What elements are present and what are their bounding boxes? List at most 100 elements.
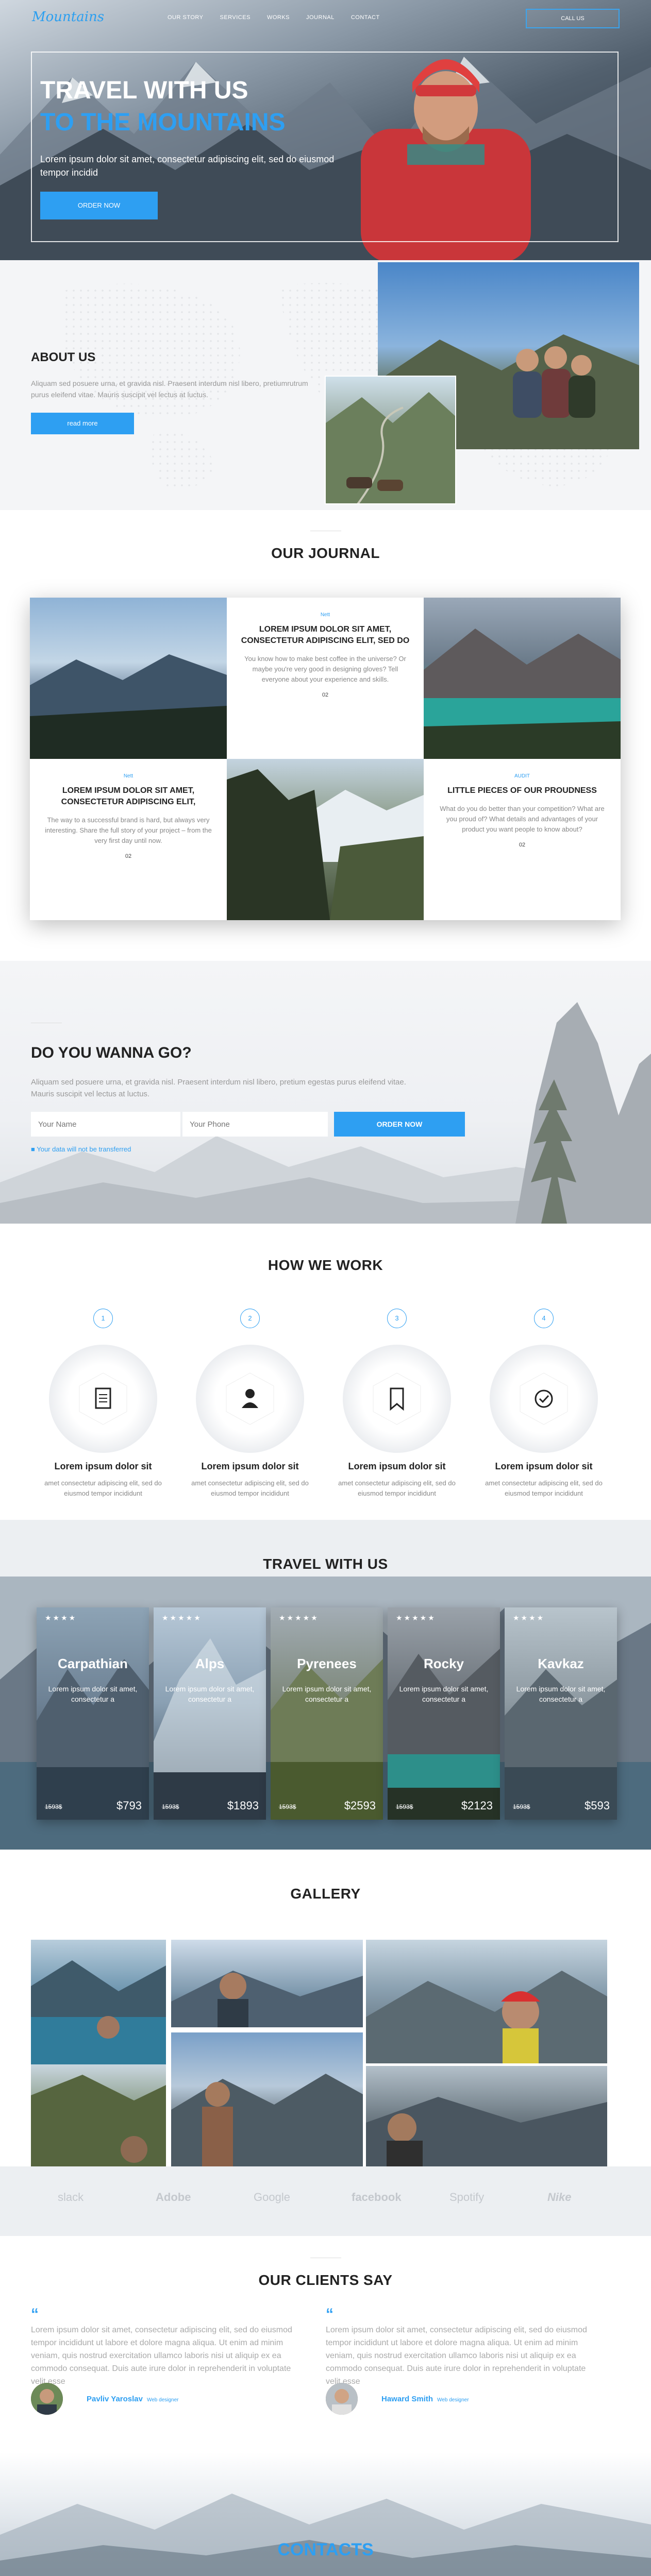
- menu-item-works[interactable]: WORKS: [267, 14, 290, 21]
- phone-input[interactable]: [182, 1112, 328, 1137]
- client-name: Pavliv Yaroslav Web designer: [87, 2395, 179, 2403]
- gallery-image-2[interactable]: [31, 2064, 166, 2166]
- step-circle: [196, 1345, 304, 1453]
- tour-description: Lorem ipsum dolor sit amet, consectetur …: [516, 1685, 606, 1703]
- hero-section: Mountains OUR STORY SERVICES WORKS JOURN…: [0, 0, 651, 260]
- logo[interactable]: Mountains: [32, 9, 104, 25]
- step-circle: [490, 1345, 598, 1453]
- menu-item-our-story[interactable]: OUR STORY: [168, 14, 204, 21]
- gallery-section: GALLERY: [0, 1850, 651, 2166]
- tour-card-kavkaz[interactable]: ★★★★ Kavkaz Lorem ipsum dolor sit amet, …: [505, 1607, 617, 1820]
- bookmark-icon: [373, 1372, 421, 1425]
- privacy-note: ■ Your data will not be transferred: [31, 1145, 131, 1153]
- journal-post-1[interactable]: Nett LOREM IPSUM DOLOR SIT AMET, CONSECT…: [227, 598, 424, 759]
- tour-card-carpathian[interactable]: ★★★★ Carpathian Lorem ipsum dolor sit am…: [37, 1607, 149, 1820]
- tour-old-price: 1593$: [513, 1803, 530, 1810]
- main-menu: OUR STORY SERVICES WORKS JOURNAL CONTACT: [168, 14, 380, 21]
- client-name: Haward Smith Web designer: [381, 2395, 469, 2403]
- tour-price: $593: [585, 1799, 610, 1812]
- journal-section: OUR JOURNAL Nett LOREM IPSUM DOLOR SIT A…: [0, 510, 651, 961]
- how-we-work-section: HOW WE WORK 1 Lorem ipsum dolor sit amet…: [0, 1224, 651, 1520]
- tour-old-price: 1593$: [279, 1803, 296, 1810]
- tour-price: $1893: [227, 1799, 259, 1812]
- journal-post-text: The way to a successful brand is hard, b…: [45, 816, 212, 844]
- tour-description: Lorem ipsum dolor sit amet, consectetur …: [399, 1685, 489, 1703]
- rating-stars: ★★★★: [45, 1614, 77, 1622]
- testimonial-text: Lorem ipsum dolor sit amet, consectetur …: [31, 2326, 292, 2386]
- tour-price: $2123: [461, 1799, 493, 1812]
- about-title: ABOUT US: [31, 350, 96, 364]
- rating-stars: ★★★★★: [396, 1614, 436, 1622]
- hero-title-line1: TRAVEL WITH US: [40, 77, 248, 104]
- brands-section: slack Adobe Google facebook Spotify Nike: [0, 2166, 651, 2236]
- rating-stars: ★★★★★: [279, 1614, 319, 1622]
- journal-post-3[interactable]: AUDIT LITTLE PIECES OF OUR PROUDNESS Wha…: [424, 759, 621, 920]
- name-input[interactable]: [31, 1112, 180, 1137]
- order-now-button[interactable]: ORDER NOW: [334, 1112, 465, 1137]
- menu-item-journal[interactable]: JOURNAL: [306, 14, 335, 21]
- journal-post-title[interactable]: LOREM IPSUM DOLOR SIT AMET, CONSECTETUR …: [42, 785, 214, 808]
- about-text: Aliquam sed posuere urna, et gravida nis…: [31, 379, 308, 399]
- read-more-button[interactable]: read more: [31, 413, 134, 434]
- lock-icon: ■: [31, 1145, 37, 1153]
- call-us-button[interactable]: CALL US: [526, 9, 620, 28]
- tour-description: Lorem ipsum dolor sit amet, consectetur …: [165, 1685, 255, 1703]
- client-role: Web designer: [146, 2397, 179, 2403]
- menu-item-contact[interactable]: CONTACT: [351, 14, 380, 21]
- step-title: Lorem ipsum dolor sit: [201, 1461, 299, 1471]
- tour-name: Rocky: [423, 1656, 464, 1671]
- journal-image-forest[interactable]: [227, 759, 424, 920]
- check-circle-icon: [520, 1372, 568, 1425]
- how-we-work-title: HOW WE WORK: [268, 1257, 383, 1273]
- tour-description: Lorem ipsum dolor sit amet, consectetur …: [48, 1685, 138, 1703]
- tour-card-pyrenees[interactable]: ★★★★★ Pyrenees Lorem ipsum dolor sit ame…: [271, 1607, 383, 1820]
- brand-logo-adobe: Adobe: [156, 2191, 191, 2204]
- brand-logo-spotify: Spotify: [449, 2191, 485, 2204]
- privacy-note-text: Your data will not be transferred: [37, 1145, 131, 1153]
- work-step-2: 2 Lorem ipsum dolor sit amet consectetur…: [178, 1309, 322, 1499]
- gallery-image-6[interactable]: [366, 2066, 607, 2166]
- step-number: 1: [93, 1309, 113, 1328]
- hero-text: Lorem ipsum dolor sit amet, consectetur …: [40, 154, 335, 178]
- journal-post-tag: AUDIT: [514, 773, 530, 779]
- hero-order-button[interactable]: ORDER NOW: [40, 192, 158, 219]
- journal-post-title[interactable]: LOREM IPSUM DOLOR SIT AMET, CONSECTETUR …: [239, 624, 411, 647]
- quote-icon: “: [31, 2306, 39, 2323]
- journal-image-lake-mountains[interactable]: [30, 598, 227, 759]
- gallery-image-4[interactable]: [171, 2032, 363, 2166]
- step-circle: [343, 1345, 451, 1453]
- avatar: [326, 2383, 358, 2415]
- step-title: Lorem ipsum dolor sit: [495, 1461, 593, 1471]
- tour-old-price: 1593$: [396, 1803, 413, 1810]
- contacts-title: CONTACTS: [277, 2540, 374, 2560]
- menu-item-services[interactable]: SERVICES: [220, 14, 251, 21]
- step-text: amet consectetur adipiscing elit, sed do…: [44, 1479, 162, 1497]
- journal-post-2[interactable]: Nett LOREM IPSUM DOLOR SIT AMET, CONSECT…: [30, 759, 227, 920]
- client-role: Web designer: [437, 2397, 469, 2403]
- step-circle: [49, 1345, 157, 1453]
- tour-card-alps[interactable]: ★★★★★ Alps Lorem ipsum dolor sit amet, c…: [154, 1607, 266, 1820]
- tour-card-rocky[interactable]: ★★★★★ Rocky Lorem ipsum dolor sit amet, …: [388, 1607, 500, 1820]
- journal-post-title[interactable]: LITTLE PIECES OF OUR PROUDNESS: [436, 785, 608, 796]
- order-section: DO YOU WANNA GO? Aliquam sed posuere urn…: [0, 961, 651, 1224]
- step-number: 4: [534, 1309, 554, 1328]
- tour-description: Lorem ipsum dolor sit amet, consectetur …: [282, 1685, 372, 1703]
- tour-old-price: 1593$: [45, 1803, 62, 1810]
- order-title: DO YOU WANNA GO?: [31, 1044, 192, 1061]
- clients-title: OUR CLIENTS SAY: [258, 2272, 393, 2288]
- journal-image-turquoise-lake[interactable]: [424, 598, 621, 759]
- journal-post-number: 02: [125, 853, 132, 859]
- hero-title-line2: TO THE MOUNTAINS: [40, 109, 286, 136]
- gallery-image-5[interactable]: [366, 1940, 607, 2063]
- journal-post-tag: Nett: [123, 773, 133, 779]
- tour-old-price: 1593$: [162, 1803, 179, 1810]
- about-section: ABOUT US Aliquam sed posuere urna, et gr…: [0, 260, 651, 510]
- journal-grid: Nett LOREM IPSUM DOLOR SIT AMET, CONSECT…: [30, 598, 621, 920]
- gallery-image-1[interactable]: [31, 1940, 166, 2064]
- gallery-image-3[interactable]: [171, 1940, 363, 2027]
- journal-post-text: What do you do better than your competit…: [440, 805, 605, 833]
- step-title: Lorem ipsum dolor sit: [54, 1461, 152, 1471]
- journal-post-tag: Nett: [320, 612, 330, 618]
- brand-logo-facebook: facebook: [352, 2191, 402, 2204]
- brand-logo-nike: Nike: [547, 2191, 572, 2204]
